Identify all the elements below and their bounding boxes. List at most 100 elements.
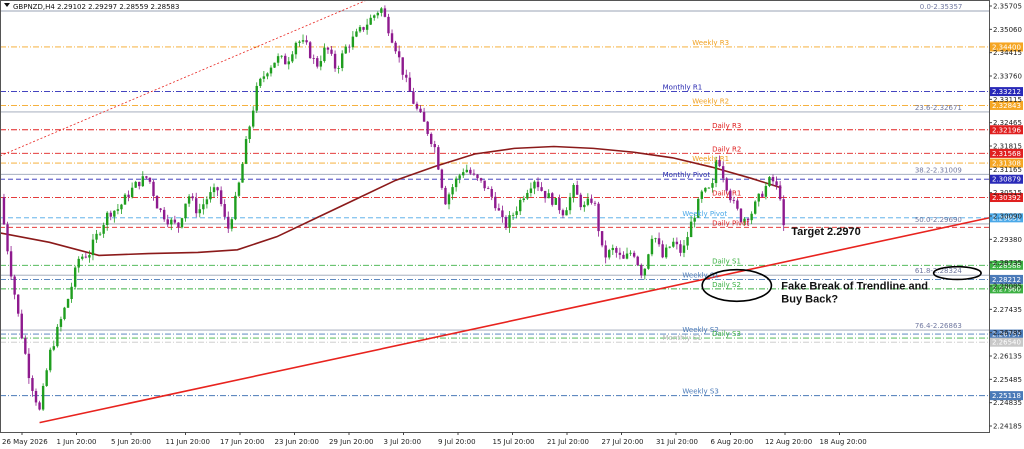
candle-body <box>761 193 764 197</box>
candle-body <box>682 245 686 253</box>
candle-body <box>679 244 682 253</box>
candle-body <box>2 197 6 225</box>
candle-body <box>543 190 547 199</box>
candle-body <box>187 196 191 204</box>
candle-body <box>622 254 625 259</box>
candle-body <box>323 47 326 62</box>
candle-body <box>209 192 212 200</box>
candle-body <box>120 204 123 210</box>
candle-body <box>451 187 454 195</box>
x-tick-label: 23 Jun 20:00 <box>275 438 319 446</box>
candle-body <box>219 190 223 205</box>
candle-body <box>397 51 401 58</box>
x-tick-label: 18 Aug 20:00 <box>820 438 867 446</box>
monthly-pivot-label: Monthly Pivot <box>663 171 711 179</box>
candle-body <box>494 196 497 209</box>
candle-body <box>38 402 41 410</box>
candle-body <box>344 46 347 54</box>
candle-body <box>244 139 248 164</box>
x-tick-label: 21 Jul 20:00 <box>547 438 589 446</box>
candle-body <box>387 16 390 34</box>
y-tick-label: 2.24185 <box>993 423 1022 431</box>
candle-body <box>590 198 593 203</box>
candle-body <box>654 238 657 240</box>
candle-body <box>70 286 73 300</box>
candle-body <box>529 188 533 193</box>
candle-body <box>771 177 775 182</box>
candle-body <box>41 385 45 410</box>
fib-236-label: 23.6-2.32671 <box>915 104 962 112</box>
x-tick-label: 1 Jun 20:00 <box>57 438 97 446</box>
y-tick-label: 2.25485 <box>993 376 1022 384</box>
candle-body <box>127 194 130 198</box>
candle-body <box>123 194 127 205</box>
y-tick-label: 2.28085 <box>993 283 1022 291</box>
candle-body <box>736 200 739 209</box>
candle-body <box>380 8 383 13</box>
fib-0-label: 0.0-2.35357 <box>920 3 963 11</box>
candle-body <box>362 27 365 30</box>
candle-body <box>116 209 120 211</box>
candle-body <box>91 239 95 256</box>
chart-root: 0.0-2.35357 Weekly R3 Monthly R1 Weekly R2 2… <box>0 0 1024 449</box>
candle-body <box>686 237 689 246</box>
candle-body <box>294 42 298 55</box>
daily-s3-label: Daily S3 <box>712 330 741 338</box>
price-chart[interactable]: 0.0-2.35357 Weekly R3 Monthly R1 Weekly R2 2… <box>0 0 1024 449</box>
candle-body <box>212 187 216 193</box>
y-tick-label: 2.33760 <box>993 73 1022 81</box>
candle-body <box>88 255 91 258</box>
candle-body <box>184 203 187 219</box>
candle-body <box>358 27 362 32</box>
candle-body <box>31 378 34 391</box>
candle-body <box>376 12 379 16</box>
candle-body <box>84 256 88 258</box>
candle-body <box>66 299 70 308</box>
candle-body <box>130 187 134 198</box>
candle-body <box>664 247 668 258</box>
y-tick-label: 2.31165 <box>993 166 1022 174</box>
candle-body <box>223 204 226 217</box>
monthly-s1-axis-value: 2.26540 <box>992 339 1021 347</box>
candle-body <box>287 61 290 65</box>
candle-body <box>305 40 308 43</box>
candle-body <box>526 192 529 199</box>
candle-body <box>109 212 112 217</box>
weekly-r3-label: Weekly R3 <box>692 39 729 47</box>
candle-body <box>472 173 476 175</box>
candle-body <box>141 176 145 187</box>
candle-body <box>625 253 629 259</box>
candle-body <box>657 238 661 245</box>
candle-body <box>49 349 52 371</box>
candle-body <box>173 219 177 223</box>
candle-body <box>764 186 768 197</box>
candle-body <box>437 147 440 170</box>
candle-body <box>27 353 31 379</box>
candle-body <box>205 199 209 205</box>
candle-body <box>316 58 319 67</box>
candle-body <box>575 184 579 195</box>
candle-body <box>504 217 508 228</box>
candle-body <box>9 251 13 277</box>
candle-body <box>13 276 16 295</box>
candle-body <box>483 180 486 189</box>
y-tick-label: 2.35060 <box>993 26 1022 34</box>
candle-body <box>284 55 287 65</box>
candle-body <box>369 17 372 25</box>
y-tick-label: 2.31815 <box>993 143 1022 151</box>
candle-body <box>672 241 675 247</box>
candle-body <box>650 238 654 255</box>
fib-786-label: 76.4-2.26863 <box>915 322 962 330</box>
candle-body <box>326 47 330 50</box>
daily-r3-axis-value: 2.32196 <box>992 126 1021 134</box>
candle-body <box>255 85 258 111</box>
candle-body <box>561 210 565 216</box>
y-tick-label: 2.29380 <box>993 236 1022 244</box>
monthly-r1-label: Monthly R1 <box>663 84 703 92</box>
y-tick-label: 2.24835 <box>993 399 1022 407</box>
candle-body <box>113 210 116 217</box>
candle-body <box>34 390 38 403</box>
fake-break-line1: Fake Break of Trendline and <box>781 280 928 292</box>
candle-body <box>600 231 604 246</box>
x-tick-label: 27 Jul 20:00 <box>602 438 644 446</box>
